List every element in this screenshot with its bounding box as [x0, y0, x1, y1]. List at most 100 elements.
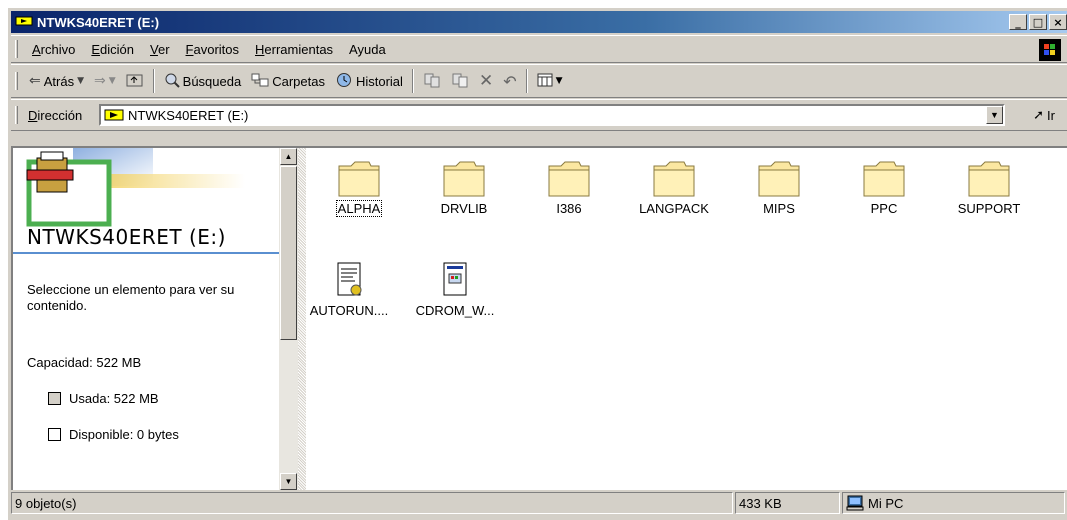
chevron-down-icon: ▼	[990, 110, 999, 120]
folder-icon	[443, 161, 485, 197]
my-computer-icon	[846, 495, 864, 511]
scroll-up-button[interactable]: ▲	[280, 148, 297, 165]
move-to-button[interactable]	[418, 68, 446, 94]
scroll-down-button[interactable]: ▼	[280, 473, 297, 490]
setup-file-icon	[337, 262, 362, 296]
copy-to-icon	[451, 72, 469, 91]
select-prompt: Seleccione un elemento para ver su conte…	[27, 282, 235, 313]
folder-icon	[548, 161, 590, 197]
toolbar-grip[interactable]	[15, 72, 18, 90]
maximize-button[interactable]: □	[1029, 14, 1047, 30]
menu-ayuda[interactable]: Ayuda	[341, 42, 394, 57]
menu-grip[interactable]	[15, 40, 18, 58]
file-item-cdrom[interactable]: CDROM_W...	[405, 260, 505, 318]
forward-dropdown-icon[interactable]: ▼	[109, 76, 116, 86]
views-button[interactable]: ▼	[532, 68, 568, 94]
toolbar-separator	[411, 69, 414, 93]
forward-arrow-icon: ⇒	[94, 73, 106, 89]
file-list[interactable]: ALPHA DRVLIB I386 LANGPACK MIPS PPC SUPP…	[306, 148, 1067, 490]
title-underline	[13, 252, 279, 254]
status-zone: Mi PC	[842, 492, 1065, 514]
undo-button[interactable]: ↶	[498, 68, 521, 94]
address-value: NTWKS40ERET (E:)	[128, 107, 249, 123]
menu-archivo[interactable]: Archivo	[24, 42, 83, 57]
delete-icon: ✕	[478, 71, 494, 91]
status-bar: 9 objeto(s) 433 KB Mi PC	[11, 492, 1067, 514]
left-pane-scrollbar[interactable]: ▲ ▼	[279, 148, 298, 490]
cd-drive-icon	[104, 109, 124, 121]
file-item-i386[interactable]: I386	[519, 158, 619, 216]
move-to-icon	[423, 72, 441, 91]
file-item-support[interactable]: SUPPORT	[939, 158, 1039, 216]
address-label: Dirección	[28, 107, 83, 123]
title-bar[interactable]: NTWKS40ERET (E:) _ □ ×	[11, 11, 1067, 33]
address-grip[interactable]	[15, 106, 18, 124]
free-legend: Disponible: 0 bytes	[48, 427, 179, 442]
address-bar: Dirección NTWKS40ERET (E:) ▼ ➚ Ir	[11, 99, 1067, 131]
copy-to-button[interactable]	[446, 68, 474, 94]
free-swatch	[48, 428, 61, 441]
window-title: NTWKS40ERET (E:)	[37, 14, 160, 30]
back-button[interactable]: ⇐ Atrás ▼	[24, 68, 89, 94]
folder-icon	[968, 161, 1010, 197]
windows-logo-icon	[1039, 39, 1061, 61]
folder-title: NTWKS40ERET (E:)	[27, 225, 226, 249]
scroll-up-icon: ▲	[284, 152, 293, 161]
minimize-button[interactable]: _	[1009, 14, 1027, 30]
folder-banner: NTWKS40ERET (E:)	[13, 148, 279, 258]
scroll-down-icon: ▼	[284, 477, 293, 486]
maximize-icon: □	[1032, 15, 1044, 29]
file-item-autorun[interactable]: AUTORUN....	[299, 260, 399, 318]
cd-drive-icon	[15, 15, 33, 30]
go-button[interactable]: ➚ Ir	[1033, 108, 1055, 123]
file-item-alpha[interactable]: ALPHA	[309, 158, 409, 217]
menu-ver[interactable]: Ver	[142, 42, 178, 57]
file-item-mips[interactable]: MIPS	[729, 158, 829, 216]
file-item-ppc[interactable]: PPC	[834, 158, 934, 216]
history-icon	[335, 72, 353, 91]
address-dropdown-button[interactable]: ▼	[986, 106, 1003, 124]
minimize-icon: _	[1015, 15, 1021, 29]
folder-icon	[863, 161, 905, 197]
history-button[interactable]: Historial	[330, 68, 408, 94]
status-object-count: 9 objeto(s)	[11, 492, 733, 514]
back-arrow-icon: ⇐	[29, 73, 41, 89]
folder-icon	[338, 161, 380, 197]
folders-button[interactable]: Carpetas	[246, 68, 330, 94]
capacity-text: Capacidad: 522 MB	[27, 355, 142, 370]
forward-button[interactable]: ⇒ ▼	[89, 68, 121, 94]
folder-icon	[653, 161, 695, 197]
menu-edicion[interactable]: Edición	[83, 42, 142, 57]
file-item-langpack[interactable]: LANGPACK	[624, 158, 724, 216]
used-swatch	[48, 392, 61, 405]
up-folder-button[interactable]	[121, 68, 149, 94]
menu-herramientas[interactable]: Herramientas	[247, 42, 341, 57]
views-dropdown-icon[interactable]: ▼	[556, 76, 563, 86]
content-area: NTWKS40ERET (E:) Seleccione un elemento …	[11, 146, 1067, 490]
up-folder-icon	[126, 72, 144, 91]
delete-button[interactable]: ✕	[474, 68, 498, 94]
close-button[interactable]: ×	[1049, 14, 1067, 30]
scroll-thumb[interactable]	[280, 166, 297, 340]
standard-toolbar: ⇐ Atrás ▼ ⇒ ▼ Búsqueda Carpetas Historia…	[11, 64, 1067, 98]
menu-favoritos[interactable]: Favoritos	[178, 42, 247, 57]
search-icon	[164, 72, 180, 91]
system-file-icon	[443, 262, 467, 296]
pane-splitter[interactable]	[298, 148, 306, 490]
toolbar-separator	[152, 69, 155, 93]
explorer-window: NTWKS40ERET (E:) _ □ × Archivo Edición V…	[8, 8, 1067, 520]
web-view-panel: NTWKS40ERET (E:) Seleccione un elemento …	[13, 148, 279, 490]
used-legend: Usada: 522 MB	[48, 391, 159, 406]
go-arrow-icon: ➚	[1033, 108, 1045, 123]
address-input[interactable]: NTWKS40ERET (E:) ▼	[99, 104, 1005, 126]
back-dropdown-icon[interactable]: ▼	[77, 76, 84, 86]
toolbar-separator	[525, 69, 528, 93]
search-button[interactable]: Búsqueda	[159, 68, 247, 94]
views-icon	[537, 73, 553, 90]
menu-bar: Archivo Edición Ver Favoritos Herramient…	[11, 35, 1067, 63]
close-icon: ×	[1053, 15, 1063, 29]
status-size: 433 KB	[735, 492, 840, 514]
undo-icon: ↶	[503, 71, 517, 91]
file-item-drvlib[interactable]: DRVLIB	[414, 158, 514, 216]
folder-icon	[758, 161, 800, 197]
